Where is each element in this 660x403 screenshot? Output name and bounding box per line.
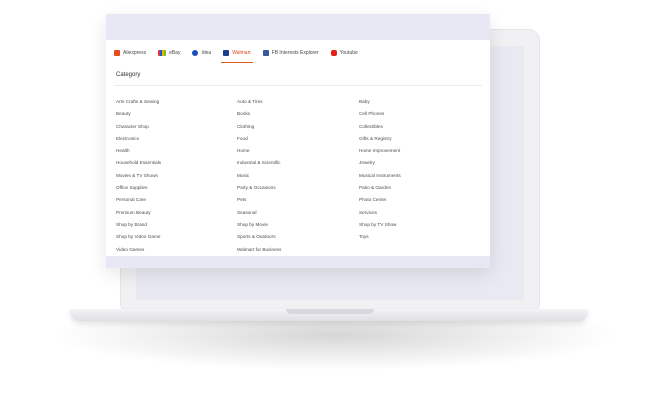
youtube-icon [330,50,337,56]
category-item[interactable]: Party & Occasions [237,182,359,194]
category-item[interactable]: Office Supplies [116,182,237,194]
category-heading: Category [116,72,141,78]
category-grid: Arts Crafts & Sewing Auto & Tires Baby Beau… [116,96,481,256]
category-item[interactable]: Gifts & Registry [359,133,481,145]
category-item[interactable]: Walmart for Business [237,244,359,256]
category-item [359,244,481,256]
category-item[interactable]: Musical Instruments [359,170,481,182]
category-item[interactable]: Baby [359,96,481,108]
divider [114,85,482,86]
category-item[interactable]: Shop by Movie [237,219,359,231]
category-item[interactable]: Health [116,145,237,157]
category-item[interactable]: Shop by Video Game [116,231,237,243]
category-item[interactable]: Sports & Outdoors [237,231,359,243]
tab-label: Aliexpress [123,50,147,56]
tab-label: Youtube [339,50,358,56]
category-item[interactable]: Household Essentials [116,157,237,169]
tab-idea[interactable]: Idea [192,45,211,61]
idea-icon [192,50,199,56]
category-item[interactable]: Shop by TV Show [359,219,481,231]
category-item[interactable]: Toys [359,231,481,243]
category-item[interactable]: Books [237,108,359,120]
category-item[interactable]: Character Shop [116,121,237,133]
category-item[interactable]: Shop by Brand [116,219,237,231]
walmart-icon [223,50,230,56]
category-item[interactable]: Jewelry [359,157,481,169]
tab-label: Idea [201,50,212,56]
category-item[interactable]: Collectibles [359,121,481,133]
category-item[interactable]: Video Games [116,244,237,256]
category-item[interactable]: Clothing [237,121,359,133]
category-item[interactable]: Seasonal [237,207,359,219]
category-item[interactable]: Home [237,145,359,157]
category-item[interactable]: Food [237,133,359,145]
tab-walmart[interactable]: Walmart [221,45,254,63]
category-item[interactable]: Movies & TV Shows [116,170,237,182]
tab-ebay[interactable]: eBay [158,45,180,61]
category-item[interactable]: Arts Crafts & Sewing [116,96,237,108]
tab-aliexpress[interactable]: Aliexpress [114,45,146,61]
tab-youtube[interactable]: Youtube [330,45,358,61]
tab-label: Walmart [232,50,251,56]
category-item[interactable]: Electronics [116,133,237,145]
category-item[interactable]: Premium Beauty [116,207,237,219]
category-item[interactable]: Beauty [116,108,237,120]
laptop-notch [286,309,374,314]
category-item[interactable]: Photo Center [359,194,481,206]
category-item[interactable]: Cell Phones [359,108,481,120]
category-item[interactable]: Services [359,207,481,219]
panel-content: Aliexpress eBay Idea Walmart FB Interest… [106,40,490,256]
category-item[interactable]: Home Improvement [359,145,481,157]
category-item[interactable]: Industrial & Scientific [237,157,359,169]
tab-fb-interests-explorer[interactable]: FB Interests Explorer [262,45,319,61]
tab-label: eBay [169,50,181,56]
facebook-icon [262,50,269,56]
app-panel: Aliexpress eBay Idea Walmart FB Interest… [106,14,490,268]
category-item[interactable]: Music [237,170,359,182]
ebay-icon [158,50,167,56]
category-item[interactable]: Auto & Tires [237,96,359,108]
aliexpress-icon [114,50,120,56]
category-item[interactable]: Patio & Garden [359,182,481,194]
tab-label: FB Interests Explorer [271,50,319,56]
category-item[interactable]: Pets [237,194,359,206]
source-tabs: Aliexpress eBay Idea Walmart FB Interest… [114,45,358,63]
category-item[interactable]: Personal Care [116,194,237,206]
